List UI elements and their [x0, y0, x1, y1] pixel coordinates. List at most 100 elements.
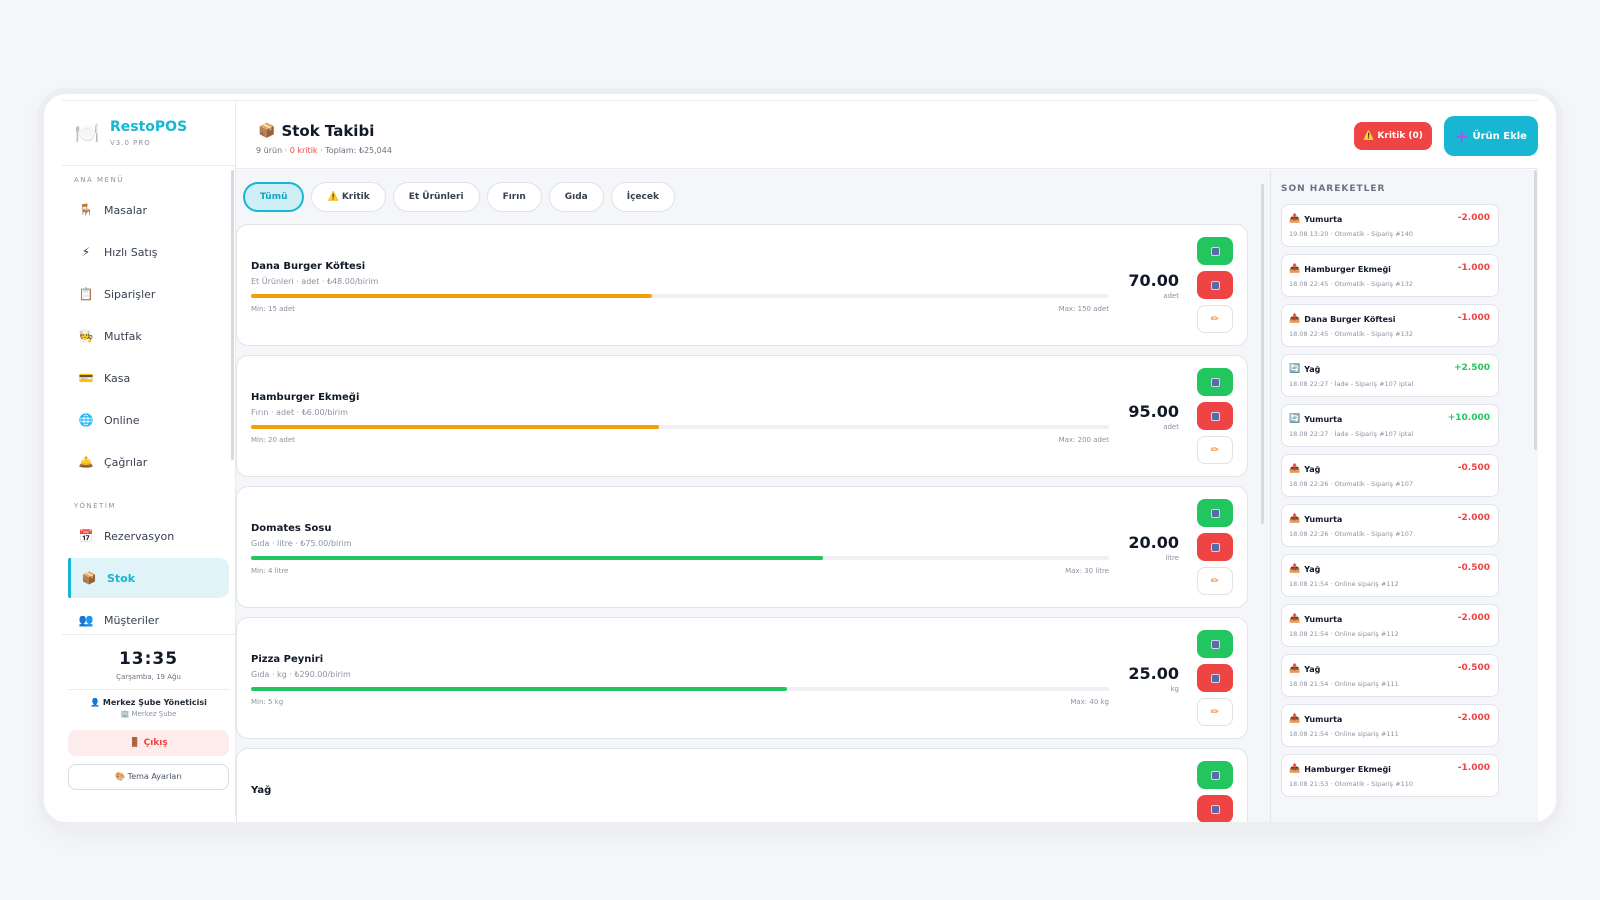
edit-button[interactable]: ✏ — [1197, 698, 1233, 726]
logout-button[interactable]: 🚪 Çıkış — [68, 730, 229, 756]
stock-in-button[interactable] — [1197, 368, 1233, 396]
movement-value: -1.000 — [1457, 313, 1490, 323]
sidebar-item-label: Rezervasyon — [104, 529, 175, 543]
stock-in-button[interactable] — [1197, 237, 1233, 265]
movement-item[interactable]: 🔄 Yağ 18.08 22:27 · İade - Sipariş #107 ip… — [1281, 354, 1499, 397]
sidebar-item-kasa[interactable]: 💳 Kasa — [68, 358, 229, 398]
menu-item-icon: 💳 — [78, 371, 94, 385]
stock-in-button[interactable] — [1197, 630, 1233, 658]
movement-item[interactable]: 📤 Yumurta 19.08 13:20 · Otomatik - Sipariş… — [1281, 204, 1499, 247]
movement-name: 🔄 Yumurta — [1289, 414, 1342, 424]
sidebar-item-online[interactable]: 🌐 Online — [68, 400, 229, 440]
stock-out-button[interactable] — [1197, 402, 1233, 430]
stock-out-button[interactable] — [1197, 795, 1233, 822]
sidebar-item-sipari-ler[interactable]: 📋 Siparişler — [68, 274, 229, 314]
total-value: Toplam: ₺25,044 — [325, 146, 392, 155]
movement-product: Yumurta — [1304, 514, 1343, 524]
stock-main: Tümü ⚠️ Kritik Et Ürünleri Fırın Gıda İçecek … — [236, 170, 1270, 822]
edit-button[interactable]: ✏ — [1197, 436, 1233, 464]
sidebar-item-label: Müşteriler — [104, 613, 160, 627]
menu-item-icon: 🌐 — [78, 413, 94, 427]
stock-quantity: 70.00 — [1128, 271, 1179, 290]
stock-unit: kg — [1170, 685, 1180, 693]
menu-item-icon: 📦 — [81, 571, 97, 585]
sidebar-item-label: Online — [104, 413, 140, 427]
sidebar-item-mutfak[interactable]: 🧑‍🍳 Mutfak — [68, 316, 229, 356]
box-icon — [1210, 804, 1220, 814]
movement-product: Yağ — [1304, 464, 1321, 474]
box-icon: 📦 — [258, 123, 276, 139]
brand[interactable]: 🍽️ RestoPOS V3.0 PRO — [62, 100, 235, 166]
product-card: Hamburger Ekmeği Fırın · adet · ₺6.00/bir… — [236, 355, 1248, 477]
sidebar-item-a-r-lar[interactable]: 🛎️ Çağrılar — [68, 442, 229, 482]
movement-value: -2.000 — [1457, 713, 1490, 723]
sidebar-item-masalar[interactable]: 🪑 Masalar — [68, 190, 229, 230]
movement-item[interactable]: 📤 Yağ 18.08 21:54 · Online sipariş #112 -0.… — [1281, 554, 1499, 597]
critical-button[interactable]: ⚠️ Kritik (0) — [1354, 122, 1432, 150]
movement-item[interactable]: 📤 Yumurta 18.08 21:54 · Online sipariş #11… — [1281, 704, 1499, 747]
filter-chip-2[interactable]: Et Ürünleri — [392, 182, 480, 212]
sidebar-item-label: Mutfak — [104, 329, 142, 343]
stock-level-fill — [251, 425, 659, 429]
movement-item[interactable]: 🔄 Yumurta 18.08 22:27 · İade - Sipariş #10… — [1281, 404, 1499, 447]
stock-out-button[interactable] — [1197, 533, 1233, 561]
product-card: Dana Burger Köftesi Et Ürünleri · adet · … — [236, 224, 1248, 346]
stock-unit: adet — [1163, 423, 1179, 431]
movements-scrollbar[interactable] — [1534, 170, 1537, 450]
movement-product: Yumurta — [1304, 414, 1343, 424]
sidebar-item-h-zl-sat[interactable]: ⚡ Hızlı Satış — [68, 232, 229, 272]
movement-detail: 18.08 22:45 · Otomatik - Sipariş #132 — [1289, 280, 1413, 288]
pencil-icon: ✏ — [1210, 444, 1220, 456]
movement-item[interactable]: 📤 Yağ 18.08 22:26 · Otomatik - Sipariş #10… — [1281, 454, 1499, 497]
filter-chip-4[interactable]: Gıda — [548, 182, 604, 212]
movement-name: 📤 Yağ — [1289, 564, 1320, 574]
main-scrollbar[interactable] — [1261, 184, 1264, 524]
stock-quantity: 20.00 — [1128, 533, 1179, 552]
movement-item[interactable]: 📤 Yumurta 18.08 22:26 · Otomatik - Sipariş… — [1281, 504, 1499, 547]
movement-item[interactable]: 📤 Hamburger Ekmeği 18.08 21:53 · Otomatik … — [1281, 754, 1499, 797]
filter-chip-5[interactable]: İçecek — [610, 182, 675, 212]
outbound-icon: 📤 — [1289, 664, 1301, 674]
movement-product: Yağ — [1304, 564, 1321, 574]
stock-in-button[interactable] — [1197, 761, 1233, 789]
filter-chip-3[interactable]: Fırın — [486, 182, 542, 212]
outbound-icon: 📤 — [1289, 614, 1301, 624]
filter-chip-0[interactable]: Tümü — [243, 182, 305, 212]
return-icon: 🔄 — [1289, 414, 1301, 424]
movement-name: 📤 Yumurta — [1289, 714, 1342, 724]
stock-level-fill — [251, 687, 788, 691]
movement-name: 📤 Dana Burger Köftesi — [1289, 314, 1396, 324]
movement-detail: 18.08 22:27 · İade - Sipariş #107 iptal — [1289, 380, 1414, 388]
movement-value: -0.500 — [1457, 463, 1490, 473]
movement-value: -2.000 — [1457, 213, 1490, 223]
product-meta: Fırın · adet · ₺6.00/birim — [251, 408, 348, 417]
return-icon: 🔄 — [1289, 364, 1301, 374]
edit-button[interactable]: ✏ — [1197, 567, 1233, 595]
movement-item[interactable]: 📤 Dana Burger Köftesi 18.08 22:45 · Otomat… — [1281, 304, 1499, 347]
movement-item[interactable]: 📤 Hamburger Ekmeği 18.08 22:45 · Otomatik … — [1281, 254, 1499, 297]
sidebar-item-stok[interactable]: 📦 Stok — [68, 558, 229, 598]
sidebar-item-label: Çağrılar — [104, 455, 148, 469]
max-stock-label: Max: 30 litre — [1065, 567, 1109, 575]
edit-button[interactable]: ✏ — [1197, 305, 1233, 333]
movement-value: -1.000 — [1457, 763, 1490, 773]
add-product-button[interactable]: + Ürün Ekle — [1444, 116, 1538, 156]
outbound-icon: 📤 — [1289, 764, 1301, 774]
stock-out-button[interactable] — [1197, 664, 1233, 692]
movement-item[interactable]: 📤 Yumurta 18.08 21:54 · Online sipariş #11… — [1281, 604, 1499, 647]
theme-settings-button[interactable]: 🎨 Tema Ayarları — [68, 764, 229, 790]
filter-chip-1[interactable]: ⚠️ Kritik — [311, 182, 386, 212]
stock-out-button[interactable] — [1197, 271, 1233, 299]
add-product-label: Ürün Ekle — [1472, 130, 1527, 142]
movement-detail: 18.08 22:26 · Otomatik - Sipariş #107 — [1289, 480, 1413, 488]
movement-item[interactable]: 📤 Yağ 18.08 21:54 · Online sipariş #111 -0.… — [1281, 654, 1499, 697]
sidebar: 🍽️ RestoPOS V3.0 PRO ANA MENÜ 🪑 Masalar ⚡ H… — [62, 100, 236, 816]
sidebar-item-rezervasyon[interactable]: 📅 Rezervasyon — [68, 516, 229, 556]
sidebar-item-label: Masalar — [104, 203, 148, 217]
product-name: Yağ — [251, 785, 272, 796]
pencil-icon: ✏ — [1210, 313, 1220, 325]
movement-name: 📤 Yağ — [1289, 664, 1320, 674]
movement-detail: 18.08 22:26 · Otomatik - Sipariş #107 — [1289, 530, 1413, 538]
stock-in-button[interactable] — [1197, 499, 1233, 527]
movement-product: Hamburger Ekmeği — [1304, 264, 1391, 274]
